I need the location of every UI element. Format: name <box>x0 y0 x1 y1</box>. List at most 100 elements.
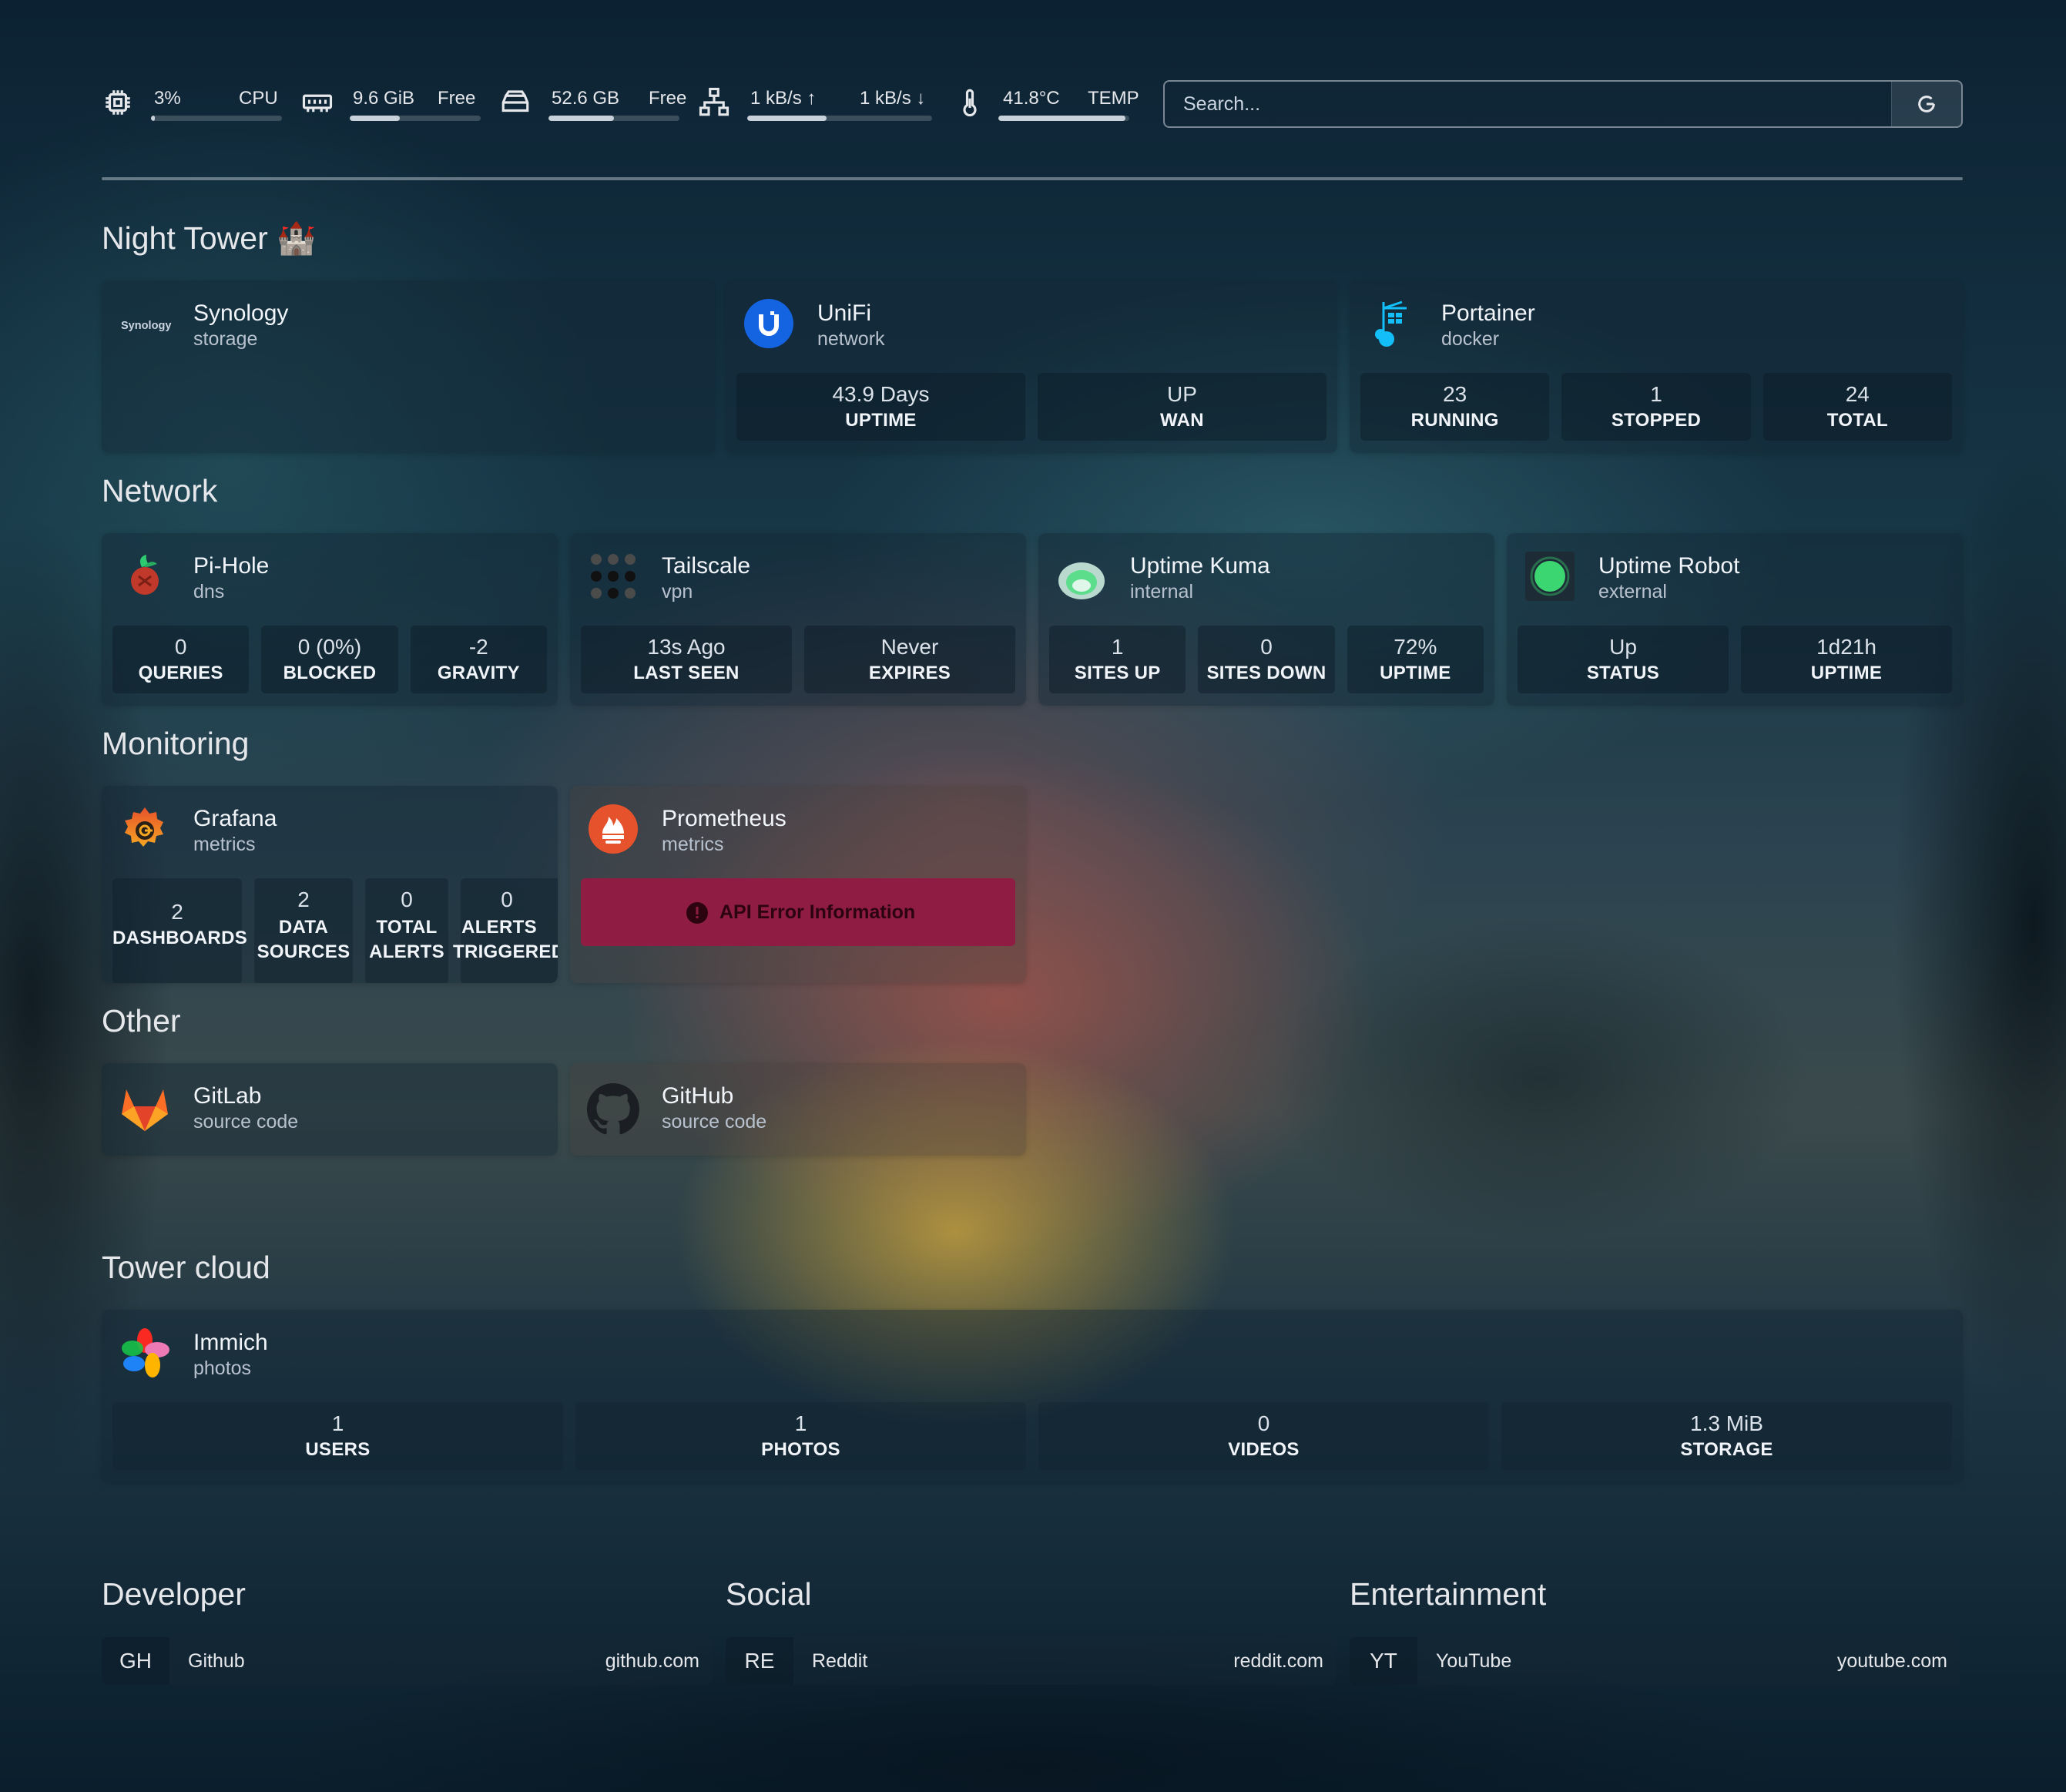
stat-value: 0 <box>174 635 187 659</box>
resource-bar: 3% CPU 9.6 GiB Free 52.6 GB Free 1 kB/s … <box>102 80 1963 129</box>
service-name: Pi-Hole <box>193 553 270 579</box>
stat-blocked: 0 (0%) BLOCKED <box>261 626 398 693</box>
github-icon <box>587 1083 639 1136</box>
service-description: internal <box>1130 581 1193 602</box>
stat-label: TOTAL <box>1826 410 1888 431</box>
stat-value: 72% <box>1394 635 1437 659</box>
service-card-unifi[interactable]: UniFi network 43.9 Days UPTIME UP WAN <box>726 280 1337 453</box>
service-card-portainer[interactable]: Portainer docker 23 RUNNING 1 STOPPED 24 TO… <box>1350 280 1963 453</box>
service-name: Portainer <box>1441 300 1535 326</box>
service-card-uptime-robot[interactable]: Uptime Robot external Up STATUS 1d21h UPTI… <box>1507 533 1963 706</box>
service-stats: 1 USERS 1 PHOTOS 0 VIDEOS 1.3 MiB STORAGE <box>112 1402 1952 1470</box>
bookmark-reddit[interactable]: RE Reddit reddit.com <box>726 1637 1336 1685</box>
stat-value: 43.9 Days <box>832 382 930 406</box>
stat-label: USERS <box>305 1439 371 1460</box>
service-name: Synology <box>193 300 289 326</box>
group-title-network: Network <box>102 473 218 508</box>
unifi-icon <box>743 297 795 350</box>
service-description: storage <box>193 328 258 350</box>
cpu-widget: 3% CPU <box>102 80 287 129</box>
stat-queries: 0 QUERIES <box>112 626 250 693</box>
bookmark-group-title-developer: Developer <box>102 1576 246 1612</box>
stat-sites-up: 1 SITES UP <box>1049 626 1186 693</box>
service-card-synology[interactable]: Synology Synology storage <box>102 280 715 453</box>
group-title-tower-cloud: Tower cloud <box>102 1250 270 1285</box>
service-card-grafana[interactable]: Grafana metrics 2 DASHBOARDS 2 DATA SOURCE… <box>102 786 558 983</box>
stat-value: 1 <box>1650 382 1662 406</box>
stat-value: 0 (0%) <box>297 635 362 659</box>
temperature-bar <box>998 116 1129 121</box>
stat-running: 23 RUNNING <box>1360 373 1550 441</box>
bookmark-name: Reddit <box>812 1650 868 1672</box>
bookmark-abbreviation: GH <box>102 1637 169 1685</box>
stat-uptime: 72% UPTIME <box>1347 626 1484 693</box>
stat-wan: UP WAN <box>1038 373 1326 441</box>
group-title-other: Other <box>102 1003 181 1039</box>
service-description: photos <box>193 1357 252 1379</box>
search-input[interactable] <box>1165 82 1897 126</box>
stat-value: 0 <box>401 888 413 911</box>
service-description: external <box>1598 581 1667 602</box>
uptime-robot-icon <box>1524 550 1576 602</box>
service-description: dns <box>193 581 225 602</box>
stat-stopped: 1 STOPPED <box>1561 373 1751 441</box>
memory-value: 9.6 GiB <box>353 88 415 109</box>
stat-sites-down: 0 SITES DOWN <box>1198 626 1335 693</box>
bookmark-url: youtube.com <box>1836 1650 1947 1672</box>
stat-label: DATA SOURCES <box>257 917 350 962</box>
service-description: source code <box>193 1111 299 1133</box>
disk-usage-bar <box>548 116 679 121</box>
service-description: network <box>817 328 885 350</box>
synology-icon: Synology <box>119 299 173 351</box>
network-download: 1 kB/s ↓ <box>860 88 926 109</box>
stat-label: STOPPED <box>1611 410 1702 431</box>
stat-value: 1 <box>331 1411 344 1435</box>
cpu-usage-bar <box>151 116 282 121</box>
stat-label: RUNNING <box>1410 410 1499 431</box>
stat-label: BLOCKED <box>283 663 377 683</box>
stat-value: 0 <box>501 888 513 911</box>
stat-label: UPTIME <box>1810 663 1883 683</box>
api-error-banner[interactable]: API Error Information <box>581 878 1015 946</box>
stat-value: Never <box>880 635 939 659</box>
bookmark-url: github.com <box>605 1650 699 1672</box>
bookmark-name: YouTube <box>1436 1650 1512 1672</box>
bookmark-youtube[interactable]: YT YouTube youtube.com <box>1350 1637 1960 1685</box>
thermometer-icon <box>954 86 986 119</box>
stat-videos: 0 VIDEOS <box>1038 1402 1489 1470</box>
network-icon <box>698 86 730 119</box>
service-name: GitHub <box>662 1083 734 1109</box>
error-icon <box>686 901 709 925</box>
search-provider-button[interactable] <box>1891 82 1961 126</box>
stat-value: 24 <box>1845 382 1870 406</box>
service-card-pihole[interactable]: Pi-Hole dns 0 QUERIES 0 (0%) BLOCKED -2 GRA… <box>102 533 558 706</box>
service-card-tailscale[interactable]: Tailscale vpn 13s Ago LAST SEEN Never EXPI… <box>570 533 1026 706</box>
tailscale-icon <box>587 550 639 602</box>
bookmark-github[interactable]: GH Github github.com <box>102 1637 712 1685</box>
service-name: GitLab <box>193 1083 262 1109</box>
stat-value: UP <box>1167 382 1197 406</box>
google-icon <box>1918 96 1935 112</box>
stat-value: 23 <box>1443 382 1467 406</box>
memory-label: Free <box>438 88 476 109</box>
stat-alerts-triggered: 0 ALERTS TRIGGERED <box>453 878 558 983</box>
cpu-icon <box>102 86 134 119</box>
service-card-immich[interactable]: Immich photos 1 USERS 1 PHOTOS 0 VIDEOS 1.3… <box>102 1310 1963 1482</box>
stat-value: 2 <box>297 888 310 911</box>
stat-total-alerts: 0 TOTAL ALERTS <box>365 878 448 983</box>
stat-value: 0 <box>1260 635 1273 659</box>
service-card-github[interactable]: GitHub source code <box>570 1063 1026 1156</box>
stat-label: PHOTOS <box>761 1439 840 1460</box>
service-card-gitlab[interactable]: GitLab source code <box>102 1063 558 1156</box>
service-name: Uptime Robot <box>1598 553 1740 579</box>
stat-label: SITES UP <box>1074 663 1161 683</box>
grafana-icon <box>119 803 171 855</box>
stat-value: 2 <box>171 900 183 924</box>
uptime-kuma-icon <box>1055 550 1108 602</box>
service-description: docker <box>1441 328 1500 350</box>
bookmark-abbreviation: RE <box>726 1637 793 1685</box>
stat-value: 1 <box>1111 635 1124 659</box>
stat-data-sources: 2 DATA SOURCES <box>254 878 353 983</box>
service-card-uptime-kuma[interactable]: Uptime Kuma internal 1 SITES UP 0 SITES DO… <box>1038 533 1494 706</box>
service-card-prometheus[interactable]: Prometheus metrics API Error Information <box>570 786 1026 983</box>
